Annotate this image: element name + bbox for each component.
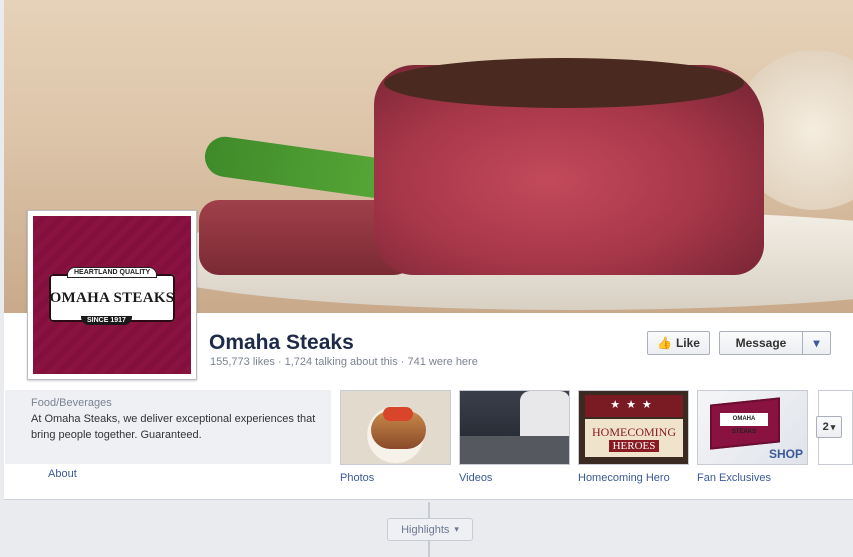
app-label: Homecoming Hero <box>578 472 670 484</box>
highlights-label: Highlights <box>401 523 450 536</box>
app-label: Fan Exclusives <box>697 472 771 484</box>
logo-bottom-text: SINCE 1917 <box>81 316 132 325</box>
homecoming-banner: HOMECOMING HEROES <box>585 419 683 457</box>
like-button-label: Like <box>675 336 700 350</box>
stars-banner: ★★★ <box>585 395 683 417</box>
steak-crust-image <box>384 58 744 108</box>
photos-thumbnail <box>340 390 451 465</box>
shop-label: SHOP <box>768 447 803 461</box>
app-tile-videos[interactable]: Videos <box>459 390 570 484</box>
about-link[interactable]: About <box>48 468 77 480</box>
thumbs-up-icon: 👍 <box>657 336 672 350</box>
logo-main-text: OMAHA STEAKS <box>49 289 175 306</box>
chevron-down-icon: ▾ <box>813 336 820 350</box>
page-title[interactable]: Omaha Steaks <box>209 331 354 355</box>
videos-thumbnail <box>459 390 570 465</box>
app-label: Videos <box>459 472 493 484</box>
page-stats: 155,773 likes · 1,724 talking about this… <box>210 356 478 368</box>
page-category: Food/Beverages <box>31 397 112 409</box>
fan-exclusives-thumbnail: OMAHA STEAKS SHOP <box>697 390 808 465</box>
profile-picture[interactable]: OMAHA STEAKS HEARTLAND QUALITY SINCE 191… <box>27 210 197 380</box>
page-description: At Omaha Steaks, we deliver exceptional … <box>31 413 316 441</box>
like-button[interactable]: 👍 Like <box>647 331 710 355</box>
app-tile-photos[interactable]: Photos <box>340 390 451 484</box>
chevron-down-icon: ▾ <box>830 421 836 432</box>
app-tile-fan-exclusives[interactable]: OMAHA STEAKS SHOP Fan Exclusives <box>697 390 808 484</box>
more-apps-button[interactable]: 2 ▾ <box>816 416 842 438</box>
heroes-text: HEROES <box>608 439 660 452</box>
omaha-steaks-logo: OMAHA STEAKS <box>49 274 175 322</box>
profile-logo-background: OMAHA STEAKS HEARTLAND QUALITY SINCE 191… <box>33 216 191 374</box>
homecoming-thumbnail: ★★★ HOMECOMING HEROES <box>578 390 689 465</box>
app-tile-homecoming-hero[interactable]: ★★★ HOMECOMING HEROES Homecoming Hero <box>578 390 689 484</box>
table-image <box>460 436 569 464</box>
salsa-image <box>383 407 413 421</box>
message-button[interactable]: Message <box>719 331 803 355</box>
more-apps-count: 2 <box>822 421 829 433</box>
about-summary[interactable]: Food/Beverages At Omaha Steaks, we deliv… <box>5 390 331 464</box>
chevron-down-icon: ▾ <box>454 524 459 534</box>
highlights-dropdown[interactable]: Highlights ▾ <box>387 518 473 541</box>
homecoming-text: HOMECOMING <box>592 424 676 439</box>
app-label: Photos <box>340 472 375 484</box>
box-logo: OMAHA STEAKS <box>720 413 768 435</box>
logo-top-text: HEARTLAND QUALITY <box>67 267 158 278</box>
message-button-label: Message <box>735 336 787 350</box>
more-actions-button[interactable]: ▾ <box>802 331 831 355</box>
